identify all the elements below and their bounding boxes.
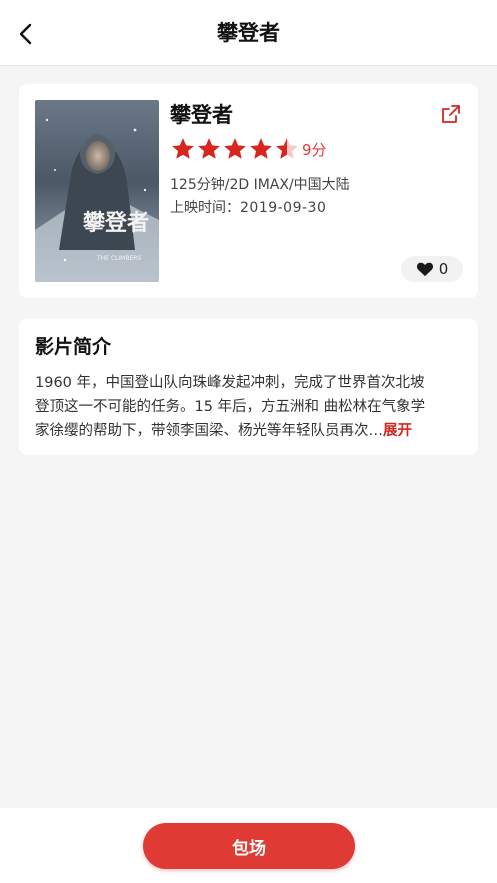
- movie-title: 攀登者: [170, 103, 233, 127]
- share-button[interactable]: [439, 102, 463, 126]
- synopsis-line: 登顶这一不可能的任务。15 年后，方五洲和 曲松林在气象学: [35, 395, 459, 419]
- like-count: 0: [438, 260, 449, 278]
- star-full-icon: [172, 138, 194, 159]
- synopsis-line: 1960 年，中国登山队向珠峰发起冲刺，完成了世界首次北坡: [35, 375, 425, 391]
- star-half-icon: [276, 138, 298, 159]
- like-button[interactable]: 0: [401, 256, 463, 282]
- expand-link[interactable]: 展开: [383, 423, 412, 439]
- synopsis-text: 1960 年，中国登山队向珠峰发起冲刺，完成了世界首次北坡 登顶这一不可能的任务…: [35, 371, 459, 443]
- star-full-icon: [250, 138, 272, 159]
- release-label: 上映时间：: [170, 200, 240, 216]
- release-date: 2019-09-30: [240, 200, 327, 216]
- poster-subtitle: THE CLIMBERS: [96, 255, 141, 262]
- rating-stars: 9分: [170, 136, 327, 162]
- top-nav-bar: 攀登者: [0, 0, 497, 66]
- synopsis-line-text: 登顶这一不可能的任务。15 年后，方五洲和 曲松林在气象学: [35, 399, 426, 415]
- movie-poster[interactable]: 攀登者 THE CLIMBERS: [35, 100, 159, 282]
- share-icon: [442, 105, 460, 123]
- movie-info-line: 125分钟/2D IMAX/中国大陆: [170, 177, 350, 193]
- synopsis-line-text: 家徐缨的帮助下，带领李国梁、杨光等年轻队员再次…: [35, 423, 383, 439]
- synopsis-line: 家徐缨的帮助下，带领李国梁、杨光等年轻队员再次…展开: [35, 419, 459, 443]
- star-full-icon: [224, 138, 246, 159]
- rating-score: 9分: [302, 140, 327, 159]
- heart-icon: [416, 262, 433, 277]
- movie-info-card: 攀登者 THE CLIMBERS 攀登者 9分 125分钟/2D IMAX/中国…: [19, 84, 478, 298]
- synopsis-heading: 影片简介: [35, 336, 112, 358]
- release-info: 上映时间：2019-09-30: [170, 198, 326, 218]
- synopsis-card: 影片简介 1960 年，中国登山队向珠峰发起冲刺，完成了世界首次北坡 登顶这一不…: [19, 319, 478, 455]
- book-screening-button[interactable]: 包场: [143, 823, 355, 869]
- bottom-action-bar: 包场: [0, 808, 497, 883]
- poster-title: 攀登者: [82, 210, 149, 236]
- page-title: 攀登者: [217, 21, 280, 45]
- star-full-icon: [198, 138, 220, 159]
- poster-image: 攀登者 THE CLIMBERS: [35, 100, 159, 282]
